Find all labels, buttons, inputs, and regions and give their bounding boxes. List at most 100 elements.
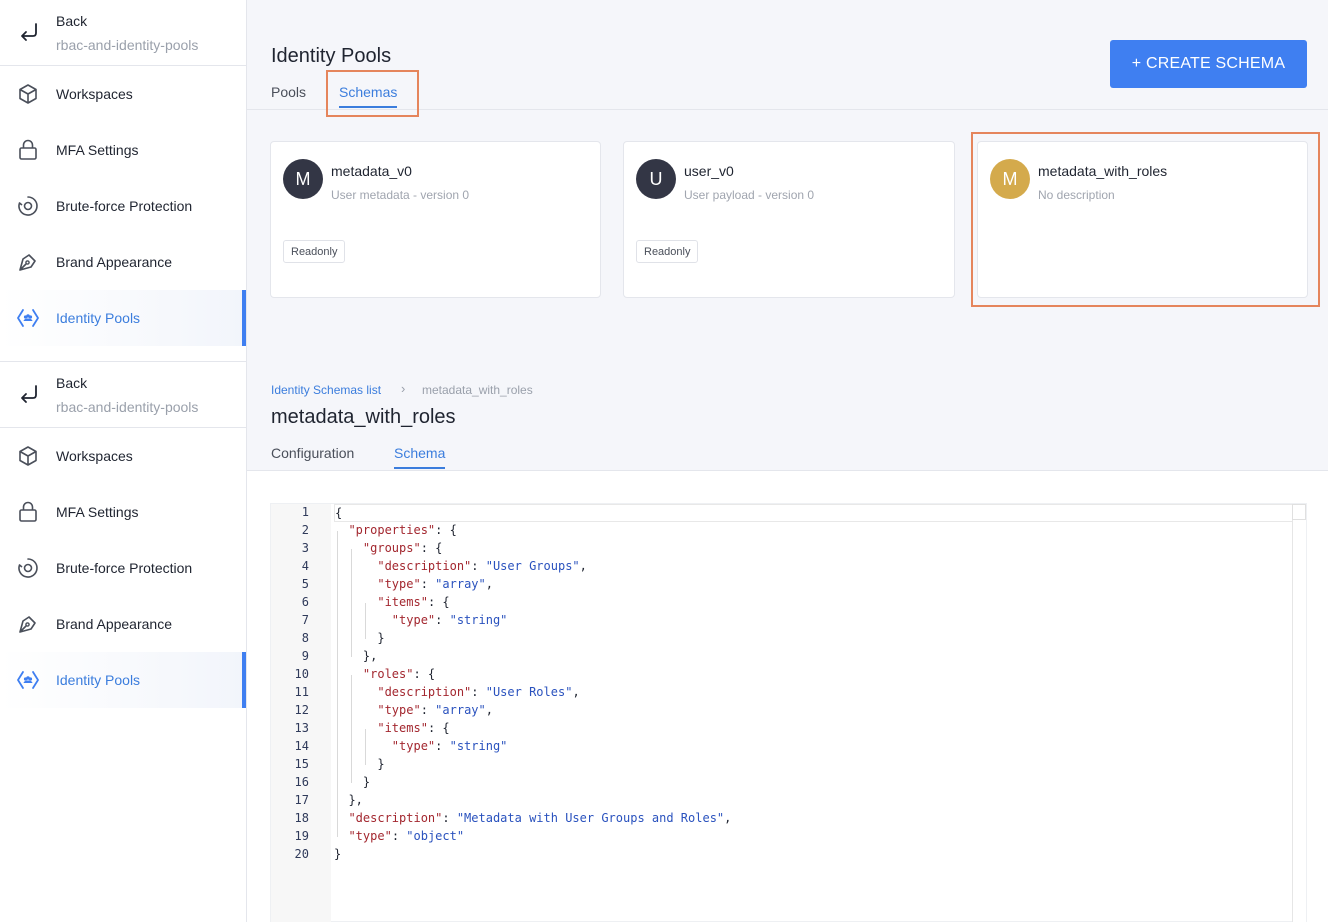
back-label: Back (56, 13, 88, 29)
indent-guide (365, 603, 366, 639)
line-number: 4 (301, 559, 309, 573)
json-punct: } (334, 631, 385, 645)
breadcrumb-schemas-list[interactable]: Identity Schemas list (271, 383, 381, 397)
code-line: "description": "User Groups", (334, 559, 587, 573)
json-key: "type" (377, 577, 421, 591)
schema-description: User payload - version 0 (684, 188, 815, 202)
json-punct: : { (420, 541, 443, 555)
code-line: "roles": { (334, 667, 435, 681)
json-key: "type" (391, 613, 436, 627)
sidebar-top: Back rbac-and-identity-pools Workspaces … (0, 0, 247, 361)
tab-schema[interactable]: Schema (394, 445, 446, 469)
json-string: "string" (449, 613, 508, 627)
json-key: "description" (377, 559, 472, 573)
pen-nib-icon (19, 254, 36, 271)
json-punct: : (420, 703, 436, 717)
line-number: 15 (294, 757, 309, 771)
json-punct: } (334, 757, 385, 771)
detail-header: Identity Schemas list › metadata_with_ro… (247, 361, 1328, 471)
json-punct (334, 685, 377, 699)
json-punct: : (442, 811, 457, 825)
sidebar-item-workspaces[interactable]: Workspaces (0, 428, 246, 484)
schema-card-metadata-v0[interactable]: M metadata_v0 User metadata - version 0 … (270, 141, 601, 298)
schema-name: metadata_v0 (331, 163, 412, 179)
code-line: } (334, 775, 370, 789)
json-key: "type" (377, 703, 421, 717)
sidebar-item-mfa-settings[interactable]: MFA Settings (0, 122, 246, 178)
code-line: "type": "object" (334, 829, 464, 843)
json-punct: { (335, 506, 343, 520)
json-punct (334, 667, 363, 681)
json-punct: : { (435, 523, 457, 537)
indent-guide (337, 531, 338, 837)
sidebar-item-identity-pools[interactable]: Identity Pools (0, 652, 246, 708)
editor-scroll-corner (1292, 504, 1306, 520)
sidebar-item-workspaces[interactable]: Workspaces (0, 66, 246, 122)
cube-icon (19, 446, 37, 466)
code-line: } (334, 757, 385, 771)
indent-guide (365, 729, 366, 765)
back-link[interactable]: Back rbac-and-identity-pools (0, 362, 246, 428)
back-link[interactable]: Back rbac-and-identity-pools (0, 0, 246, 66)
pen-nib-icon (19, 616, 36, 633)
lock-icon (19, 139, 37, 160)
line-number: 20 (294, 847, 309, 861)
sidebar-item-identity-pools[interactable]: Identity Pools (0, 290, 246, 346)
line-number: 7 (301, 613, 309, 627)
card-highlight-box (971, 132, 1320, 307)
code-line: "type": "string" (334, 739, 508, 753)
sidebar-item-label: Workspaces (56, 86, 133, 102)
sidebar-item-label: Identity Pools (56, 672, 141, 688)
breadcrumb-current: metadata_with_roles (422, 383, 533, 397)
json-key: "description" (348, 811, 443, 825)
json-punct: : { (427, 721, 450, 735)
json-punct: , (724, 811, 732, 825)
tab-pools[interactable]: Pools (271, 84, 306, 100)
json-punct: }, (334, 793, 363, 807)
sidebar-item-brand-appearance[interactable]: Brand Appearance (0, 596, 246, 652)
code-line: "type": "array", (334, 703, 493, 717)
json-key: "type" (348, 829, 392, 843)
breadcrumb-separator: › (401, 381, 406, 396)
code-line: "description": "Metadata with User Group… (334, 811, 731, 825)
schema-code-editor[interactable]: 1 2 3 4 5 6 7 8 9 10 11 12 13 14 15 16 17 18 19 20 { "prope… (270, 503, 1307, 922)
identity-pool-icon (17, 309, 39, 327)
json-punct (334, 559, 377, 573)
editor-scrollbar[interactable] (1292, 504, 1306, 922)
tab-configuration[interactable]: Configuration (271, 445, 354, 461)
json-key: "items" (377, 721, 428, 735)
schema-card-user-v0[interactable]: U user_v0 User payload - version 0 Reado… (623, 141, 955, 298)
code-line: }, (334, 793, 363, 807)
sidebar-item-mfa-settings[interactable]: MFA Settings (0, 484, 246, 540)
json-punct: } (334, 847, 342, 861)
sidebar-item-brute-force[interactable]: Brute-force Protection (0, 178, 246, 234)
line-number: 12 (294, 703, 309, 717)
line-number-gutter: 1 2 3 4 5 6 7 8 9 10 11 12 13 14 15 16 17 18 19 20 (271, 504, 331, 922)
json-string: "array" (435, 703, 486, 717)
json-key: "roles" (362, 667, 414, 681)
json-key: "properties" (348, 523, 436, 537)
json-string: "Metadata with User Groups and Roles" (456, 811, 725, 825)
json-punct (334, 703, 377, 717)
sidebar-item-brute-force[interactable]: Brute-force Protection (0, 540, 246, 596)
code-line: "properties": { (334, 523, 457, 537)
json-punct: : (420, 577, 436, 591)
json-punct (334, 577, 377, 591)
sidebar-item-brand-appearance[interactable]: Brand Appearance (0, 234, 246, 290)
code-line: "type": "array", (334, 577, 493, 591)
app-root: Back rbac-and-identity-pools Workspaces … (0, 0, 1328, 922)
json-punct: : (471, 685, 486, 699)
lock-icon (19, 501, 37, 522)
sidebar-item-label: Brute-force Protection (56, 560, 193, 576)
line-number: 18 (294, 811, 309, 825)
code-line: }, (334, 649, 377, 663)
sidebar-item-label: MFA Settings (56, 504, 139, 520)
line-number: 2 (301, 523, 309, 537)
indent-guide (351, 675, 352, 783)
line-number: 9 (301, 649, 309, 663)
line-number: 17 (294, 793, 309, 807)
json-punct: : (435, 613, 450, 627)
line-number: 6 (301, 595, 309, 609)
json-punct: , (485, 703, 493, 717)
indent-guide (351, 549, 352, 657)
